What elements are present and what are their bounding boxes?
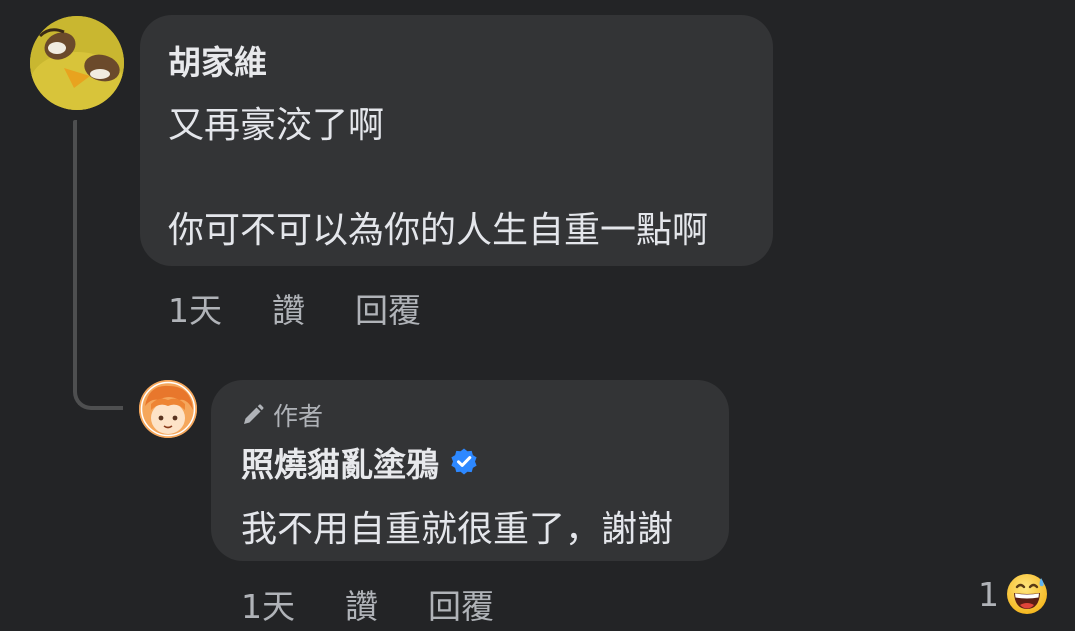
comment-text-line: 你可不可以為你的人生自重一點啊 <box>168 210 709 251</box>
author-badge: 作者 <box>241 397 323 433</box>
comment-timestamp[interactable]: 1天 <box>168 284 222 332</box>
reaction-summary[interactable]: 1 <box>978 572 1049 616</box>
comment-author-name[interactable]: 照燒貓亂塗鴉 <box>241 438 439 486</box>
comment-text-line: 又再豪洨了啊 <box>168 105 385 146</box>
comment-text-line: 我不用自重就很重了，謝謝 <box>241 509 674 550</box>
reply-button[interactable]: 回覆 <box>355 284 421 332</box>
thread-connector <box>73 362 123 410</box>
comment-actions: 1天 讚 回覆 <box>241 580 494 628</box>
like-button[interactable]: 讚 <box>272 284 305 332</box>
duck-avatar-icon <box>30 16 124 110</box>
verified-badge-icon <box>451 448 477 475</box>
reply-author: 照燒貓亂塗鴉 <box>241 438 479 486</box>
pencil-icon <box>244 404 264 424</box>
cat-girl-avatar-icon <box>139 380 197 438</box>
avatar[interactable] <box>139 380 197 438</box>
avatar[interactable] <box>30 16 124 110</box>
reaction-count: 1 <box>978 574 999 614</box>
thread-line <box>73 120 77 388</box>
like-button[interactable]: 讚 <box>345 580 378 628</box>
grinning-sweat-emoji-icon <box>1007 574 1047 614</box>
comment-timestamp[interactable]: 1天 <box>241 580 295 628</box>
reply-button[interactable]: 回覆 <box>428 580 494 628</box>
comment-thread: 胡家維 又再豪洨了啊 你可不可以為你的人生自重一點啊 1天 讚 回覆 作者 照燒… <box>0 0 1075 631</box>
author-badge-label: 作者 <box>273 402 324 431</box>
comment-actions: 1天 讚 回覆 <box>168 284 421 332</box>
comment-author-name[interactable]: 胡家維 <box>168 36 267 84</box>
